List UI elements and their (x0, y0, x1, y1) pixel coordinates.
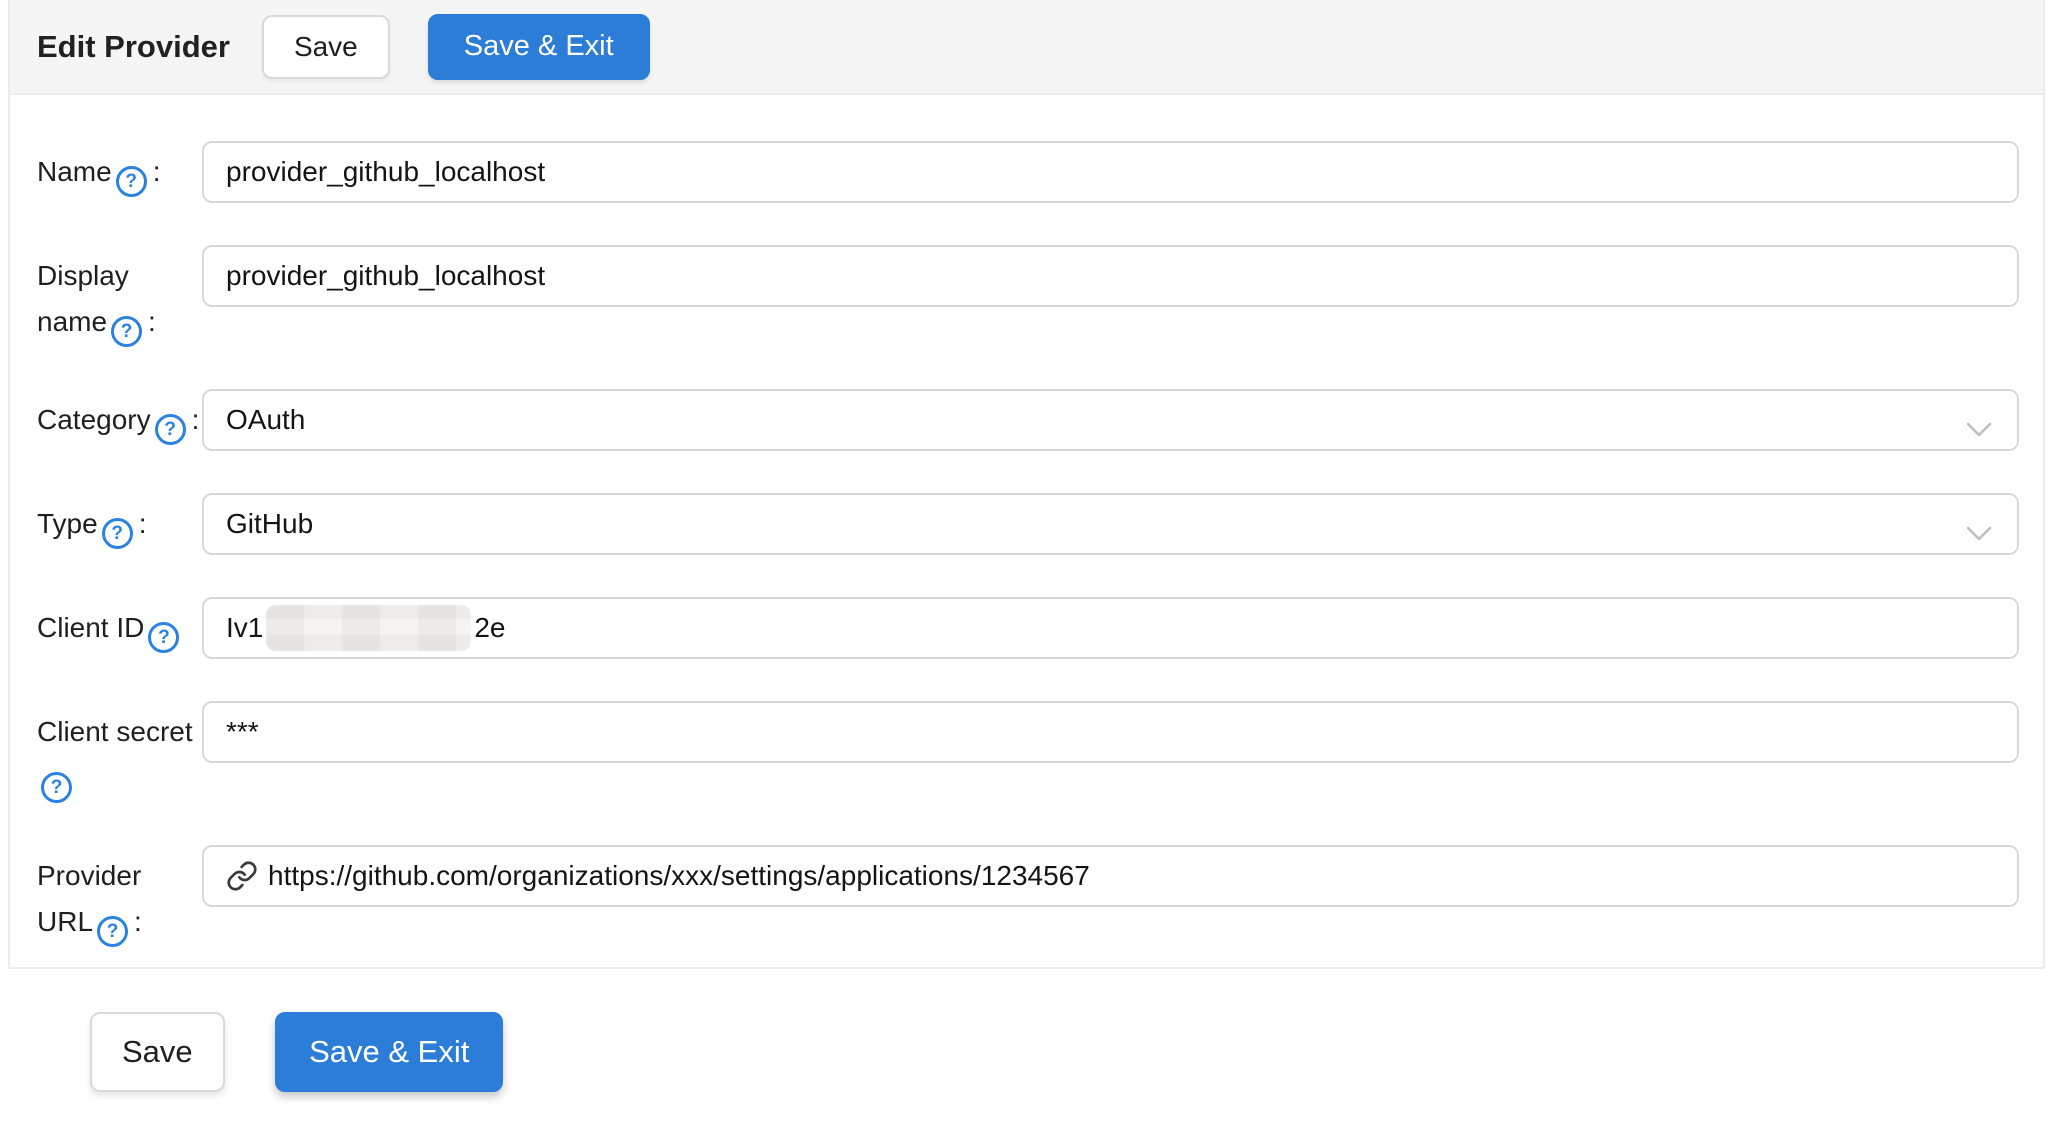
client-secret-label: Client secret ? (37, 701, 202, 803)
redacted-blur (266, 605, 471, 651)
link-icon (226, 860, 258, 892)
save-button-bottom[interactable]: Save (90, 1012, 225, 1092)
label-colon: : (153, 156, 161, 187)
client-id-label: Client ID? (37, 597, 202, 653)
form-row-client-secret: Client secret ? (37, 701, 2019, 803)
form-footer: Save Save & Exit (0, 969, 2049, 1092)
help-icon[interactable]: ? (111, 316, 142, 347)
save-exit-button[interactable]: Save & Exit (428, 14, 650, 80)
card-header: Edit Provider Save Save & Exit (10, 0, 2043, 95)
type-label-text: Type (37, 508, 98, 539)
provider-url-label: Provider URL?: (37, 845, 202, 947)
provider-card: Edit Provider Save Save & Exit Name?: Di… (8, 0, 2045, 969)
form-row-display-name: Display name?: (37, 245, 2019, 347)
label-colon: : (148, 306, 156, 337)
category-label: Category?: (37, 389, 202, 445)
name-label: Name?: (37, 141, 202, 197)
label-colon: : (139, 508, 147, 539)
display-name-input[interactable] (202, 245, 2019, 307)
help-icon[interactable]: ? (148, 622, 179, 653)
client-secret-input[interactable] (202, 701, 2019, 763)
category-label-text: Category (37, 404, 151, 435)
client-id-value-suffix: 2e (474, 612, 505, 644)
help-icon[interactable]: ? (102, 518, 133, 549)
help-icon[interactable]: ? (116, 166, 147, 197)
category-select-value: OAuth (226, 404, 305, 436)
client-id-value-prefix: Iv1 (226, 612, 263, 644)
provider-url-input[interactable]: https://github.com/organizations/xxx/set… (202, 845, 2019, 907)
label-colon: : (134, 906, 142, 937)
type-select[interactable]: GitHub (202, 493, 2019, 555)
type-label: Type?: (37, 493, 202, 549)
page-title: Edit Provider (37, 29, 230, 65)
label-colon: : (192, 404, 200, 435)
type-select-value: GitHub (226, 508, 313, 540)
client-secret-label-text: Client secret (37, 716, 193, 747)
save-exit-button-bottom[interactable]: Save & Exit (275, 1012, 503, 1092)
form-row-provider-url: Provider URL?: https://github.com/organi… (37, 845, 2019, 947)
provider-url-value: https://github.com/organizations/xxx/set… (268, 860, 1090, 892)
edit-provider-page: Edit Provider Save Save & Exit Name?: Di… (0, 0, 2049, 1139)
name-label-text: Name (37, 156, 112, 187)
provider-form: Name?: Display name?: Category?: OAuth (10, 95, 2043, 967)
client-id-input[interactable]: Iv1 2e (202, 597, 2019, 659)
name-input[interactable] (202, 141, 2019, 203)
help-icon[interactable]: ? (97, 916, 128, 947)
form-row-type: Type?: GitHub (37, 493, 2019, 555)
category-select[interactable]: OAuth (202, 389, 2019, 451)
save-button[interactable]: Save (262, 15, 390, 79)
chevron-down-icon (1965, 517, 1993, 549)
form-row-category: Category?: OAuth (37, 389, 2019, 451)
help-icon[interactable]: ? (41, 772, 72, 803)
form-row-client-id: Client ID? Iv1 2e (37, 597, 2019, 659)
form-row-name: Name?: (37, 141, 2019, 203)
client-id-label-text: Client ID (37, 612, 144, 643)
chevron-down-icon (1965, 413, 1993, 445)
help-icon[interactable]: ? (155, 414, 186, 445)
display-name-label: Display name?: (37, 245, 202, 347)
